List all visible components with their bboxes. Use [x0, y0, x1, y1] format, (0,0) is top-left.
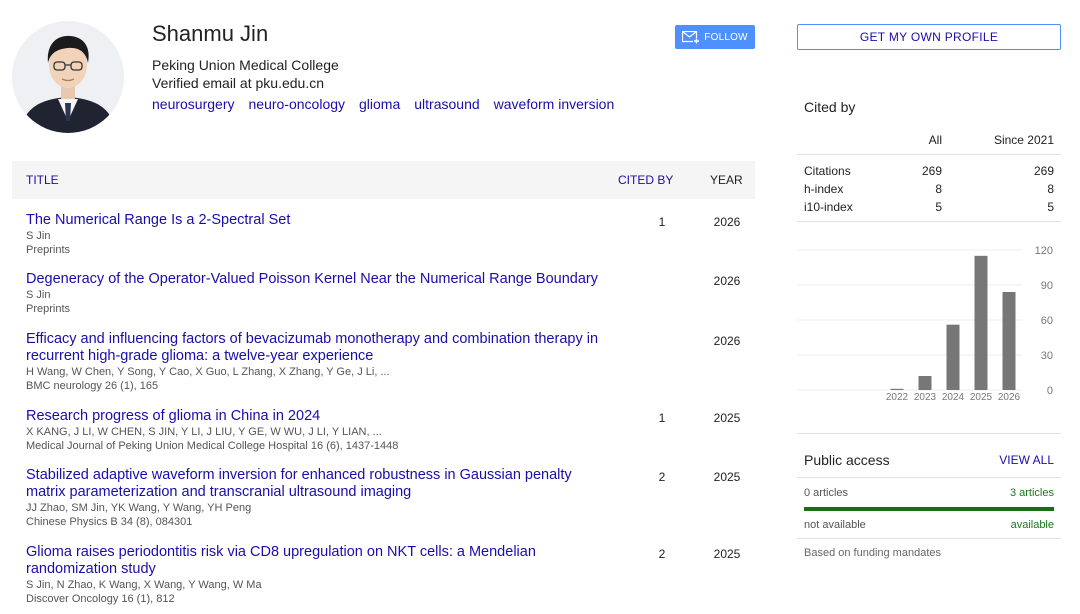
metric-label[interactable]: h-index [804, 182, 843, 196]
interest-link[interactable]: neuro-oncology [249, 96, 346, 112]
available-count-link[interactable]: 3 articles [980, 487, 1054, 499]
chart-bar[interactable] [918, 376, 932, 390]
view-all-link[interactable]: VIEW ALL [990, 453, 1054, 467]
divider [797, 433, 1061, 434]
not-available-label: not available [804, 519, 866, 531]
article-title-link[interactable]: The Numerical Range Is a 2-Spectral Set [26, 212, 606, 229]
citations-chart: 120 90 60 30 0 2022 2023 2024 2025 2026 [797, 245, 1053, 403]
chart-bar[interactable] [1002, 292, 1016, 390]
follow-button[interactable]: FOLLOW [675, 25, 755, 49]
article-venue: Preprints [26, 244, 71, 256]
public-access-heading: Public access [804, 452, 890, 468]
article-cited-count[interactable]: 1 [652, 411, 672, 425]
article-year: 2025 [713, 547, 741, 561]
metric-since: 269 [1033, 164, 1054, 178]
profile-email: Verified email at pku.edu.cn [152, 75, 324, 91]
article-authors: S Jin [26, 230, 51, 242]
profile-photo [12, 21, 124, 133]
chart-x-tick-label: 2025 [970, 392, 993, 403]
article-authors: S Jin, N Zhao, K Wang, X Wang, Y Wang, W… [26, 579, 262, 591]
divider [797, 221, 1061, 222]
articles-table-header: TITLE CITED BY YEAR [12, 161, 755, 199]
interest-link[interactable]: ultrasound [414, 96, 479, 112]
metrics-header-all: All [928, 133, 942, 147]
article-title-link[interactable]: Stabilized adaptive waveform inversion f… [26, 467, 606, 501]
article-authors: JJ Zhao, SM Jin, YK Wang, Y Wang, YH Pen… [26, 502, 252, 514]
article-year: 2025 [713, 470, 741, 484]
sort-by-cited[interactable]: CITED BY [618, 173, 673, 187]
avatar [12, 21, 124, 133]
cited-by-heading: Cited by [804, 99, 856, 115]
article-title-link[interactable]: Degeneracy of the Operator-Valued Poisso… [26, 271, 606, 288]
article-year: 2026 [713, 274, 741, 288]
metric-all: 5 [935, 200, 942, 214]
envelope-plus-icon [682, 30, 701, 44]
article-authors: X KANG, J LI, W CHEN, S JIN, Y LI, J LIU… [26, 426, 382, 438]
article-title-link[interactable]: Efficacy and influencing factors of beva… [26, 331, 606, 365]
article-cited-count[interactable]: 2 [652, 470, 672, 484]
chart-x-tick-label: 2026 [998, 392, 1021, 403]
metrics-header-since: Since 2021 [993, 133, 1054, 147]
research-interests: neurosurgery neuro-oncology glioma ultrasou… [152, 96, 628, 112]
profile-name: Shanmu Jin [152, 21, 269, 46]
article-venue: Medical Journal of Peking Union Medical … [26, 440, 399, 452]
funding-mandates-note: Based on funding mandates [804, 547, 941, 559]
sort-by-title[interactable]: TITLE [26, 173, 59, 187]
not-available-count-link[interactable]: 0 articles [804, 487, 848, 499]
chart-y-tick-label: 30 [1041, 350, 1053, 362]
article-venue: Chinese Physics B 34 (8), 084301 [26, 516, 193, 528]
chart-y-tick-label: 60 [1041, 315, 1053, 327]
divider [797, 477, 1061, 478]
article-title-link[interactable]: Glioma raises periodontitis risk via CD8… [26, 544, 606, 578]
article-authors: H Wang, W Chen, Y Song, Y Cao, X Guo, L … [26, 366, 390, 378]
interest-link[interactable]: glioma [359, 96, 400, 112]
interest-link[interactable]: waveform inversion [494, 96, 615, 112]
follow-label: FOLLOW [704, 31, 748, 43]
public-access-bar [804, 507, 1054, 511]
article-title-link[interactable]: Research progress of glioma in China in … [26, 408, 606, 425]
chart-y-tick-label: 90 [1041, 280, 1053, 292]
article-year: 2026 [713, 215, 741, 229]
sort-by-year[interactable]: YEAR [710, 173, 743, 187]
article-year: 2025 [713, 411, 741, 425]
interest-link[interactable]: neurosurgery [152, 96, 235, 112]
article-authors: S Jin [26, 289, 51, 301]
article-cited-count[interactable]: 2 [652, 547, 672, 561]
available-label: available [1010, 519, 1054, 531]
profile-affiliation: Peking Union Medical College [152, 57, 339, 73]
metric-label[interactable]: i10-index [804, 200, 853, 214]
article-venue: Discover Oncology 16 (1), 812 [26, 593, 175, 605]
metric-since: 8 [1047, 182, 1054, 196]
chart-bar[interactable] [946, 324, 960, 390]
chart-y-tick-label: 120 [1035, 245, 1053, 257]
chart-bar[interactable] [890, 388, 904, 390]
metric-since: 5 [1047, 200, 1054, 214]
chart-x-tick-label: 2023 [914, 392, 937, 403]
article-venue: Preprints [26, 303, 71, 315]
divider [797, 154, 1061, 155]
chart-y-tick-label: 0 [1047, 385, 1053, 397]
metric-all: 269 [921, 164, 942, 178]
chart-x-tick-label: 2022 [886, 392, 909, 403]
article-year: 2026 [713, 334, 741, 348]
divider [797, 538, 1061, 539]
metric-label[interactable]: Citations [804, 164, 851, 178]
article-cited-count[interactable]: 1 [652, 215, 672, 229]
get-own-profile-button[interactable]: GET MY OWN PROFILE [797, 24, 1061, 50]
chart-bar[interactable] [974, 255, 988, 390]
metric-all: 8 [935, 182, 942, 196]
article-venue: BMC neurology 26 (1), 165 [26, 380, 159, 392]
chart-x-tick-label: 2024 [942, 392, 965, 403]
